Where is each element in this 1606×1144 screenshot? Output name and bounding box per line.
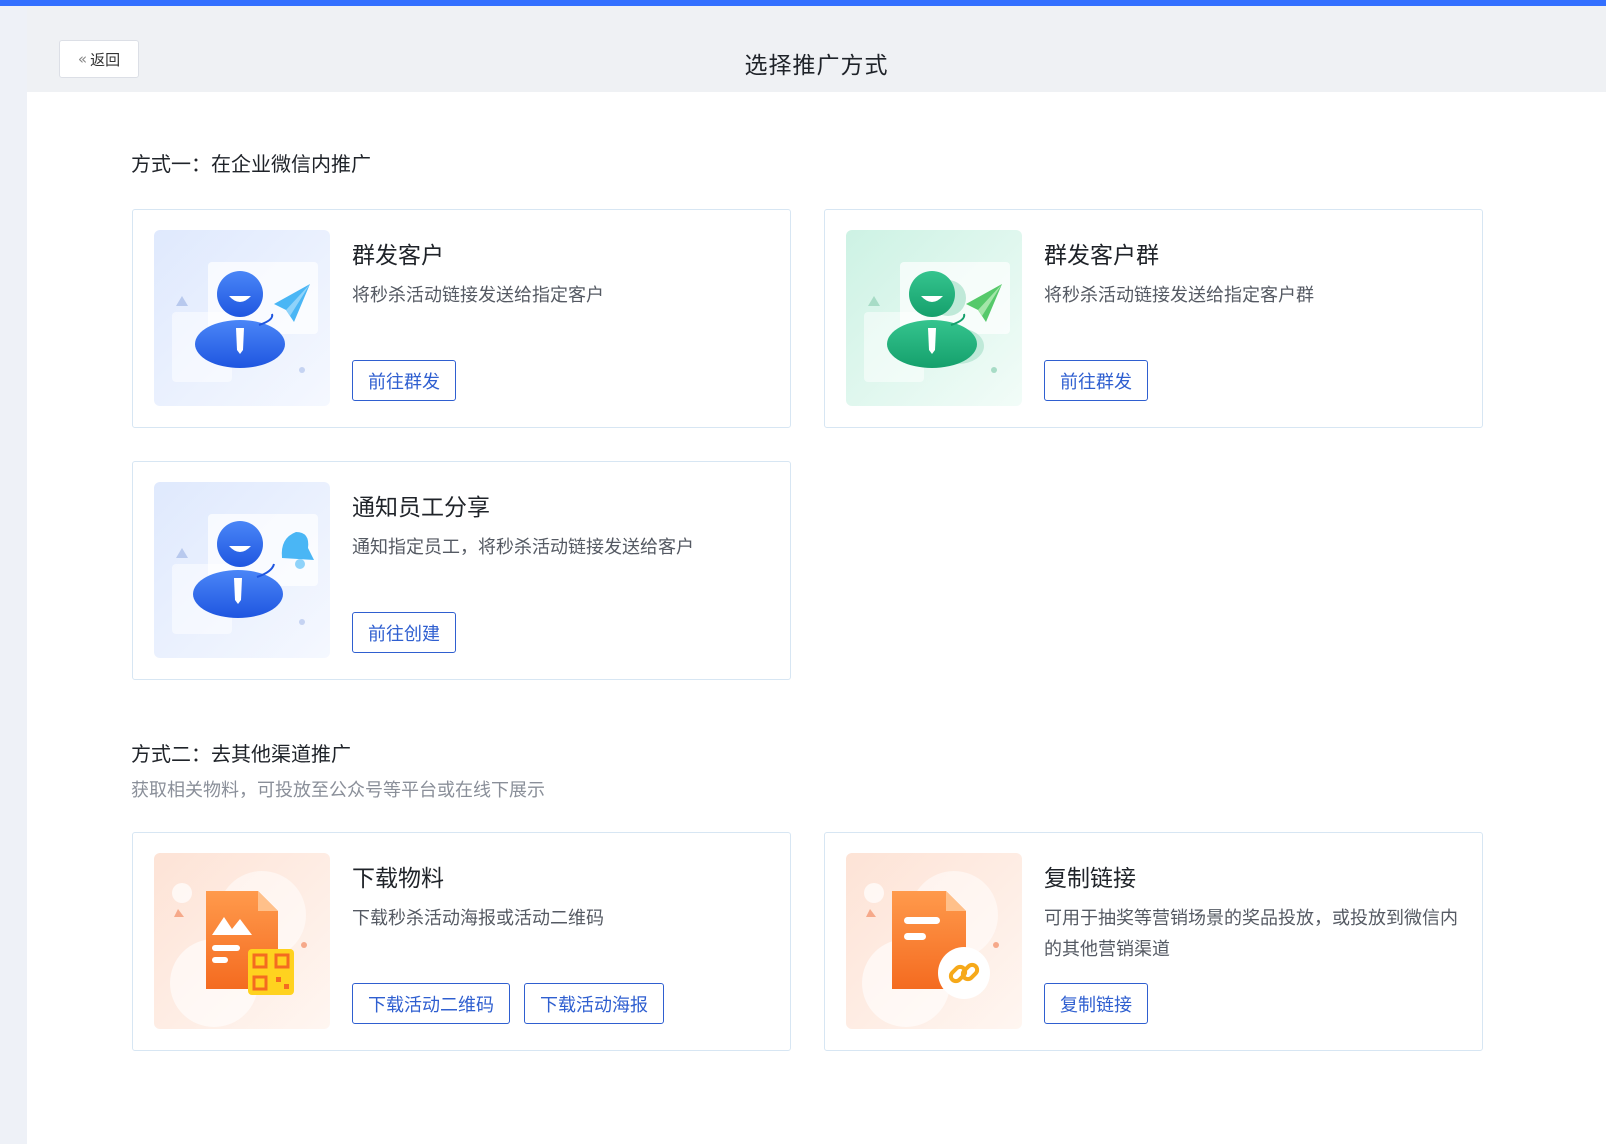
card-description: 可用于抽奖等营销场景的奖品投放，或投放到微信内的其他营销渠道 <box>1044 908 1458 960</box>
document-link-icon <box>846 853 1022 1029</box>
card-copy-link: 复制链接 可用于抽奖等营销场景的奖品投放，或投放到微信内的其他营销渠道 复制链接 <box>824 832 1483 1051</box>
main-content: 方式一：在企业微信内推广 群发客户 将秒杀活动链接发送给指定客户 前往群发 群发… <box>27 92 1606 1144</box>
person-bell-icon <box>154 482 330 658</box>
copy-link-button[interactable]: 复制链接 <box>1044 983 1148 1024</box>
header: « 返回 选择推广方式 <box>27 6 1606 92</box>
document-qrcode-icon <box>154 853 330 1029</box>
card-mass-send-groups: 群发客户群 将秒杀活动链接发送给指定客户群 前往群发 <box>824 209 1483 428</box>
left-strip <box>0 6 27 1144</box>
person-paper-plane-icon <box>154 230 330 406</box>
section-title-wecom: 方式一：在企业微信内推广 <box>131 152 371 176</box>
section-subtitle: 获取相关物料，可投放至公众号等平台或在线下展示 <box>131 780 545 801</box>
card-description: 下载秒杀活动海报或活动二维码 <box>352 908 604 929</box>
group-paper-plane-icon <box>846 230 1022 406</box>
card-title: 群发客户 <box>352 243 444 269</box>
go-mass-send-groups-button[interactable]: 前往群发 <box>1044 360 1148 401</box>
card-download-materials: 下载物料 下载秒杀活动海报或活动二维码 下载活动二维码 下载活动海报 <box>132 832 791 1051</box>
download-qrcode-button[interactable]: 下载活动二维码 <box>352 983 510 1024</box>
card-mass-send-customers: 群发客户 将秒杀活动链接发送给指定客户 前往群发 <box>132 209 791 428</box>
card-description: 将秒杀活动链接发送给指定客户 <box>352 285 604 306</box>
card-title: 通知员工分享 <box>352 495 490 521</box>
card-notify-staff-share: 通知员工分享 通知指定员工，将秒杀活动链接发送给客户 前往创建 <box>132 461 791 680</box>
download-poster-button[interactable]: 下载活动海报 <box>524 983 664 1024</box>
go-mass-send-button[interactable]: 前往群发 <box>352 360 456 401</box>
card-title: 群发客户群 <box>1044 243 1159 269</box>
card-description: 通知指定员工，将秒杀活动链接发送给客户 <box>352 537 694 558</box>
section-title-other-channels: 方式二：去其他渠道推广 <box>131 742 351 766</box>
page-title: 选择推广方式 <box>744 53 889 79</box>
go-create-button[interactable]: 前往创建 <box>352 612 456 653</box>
card-description: 将秒杀活动链接发送给指定客户群 <box>1044 285 1314 306</box>
card-title: 下载物料 <box>352 866 444 892</box>
card-title: 复制链接 <box>1044 866 1136 892</box>
